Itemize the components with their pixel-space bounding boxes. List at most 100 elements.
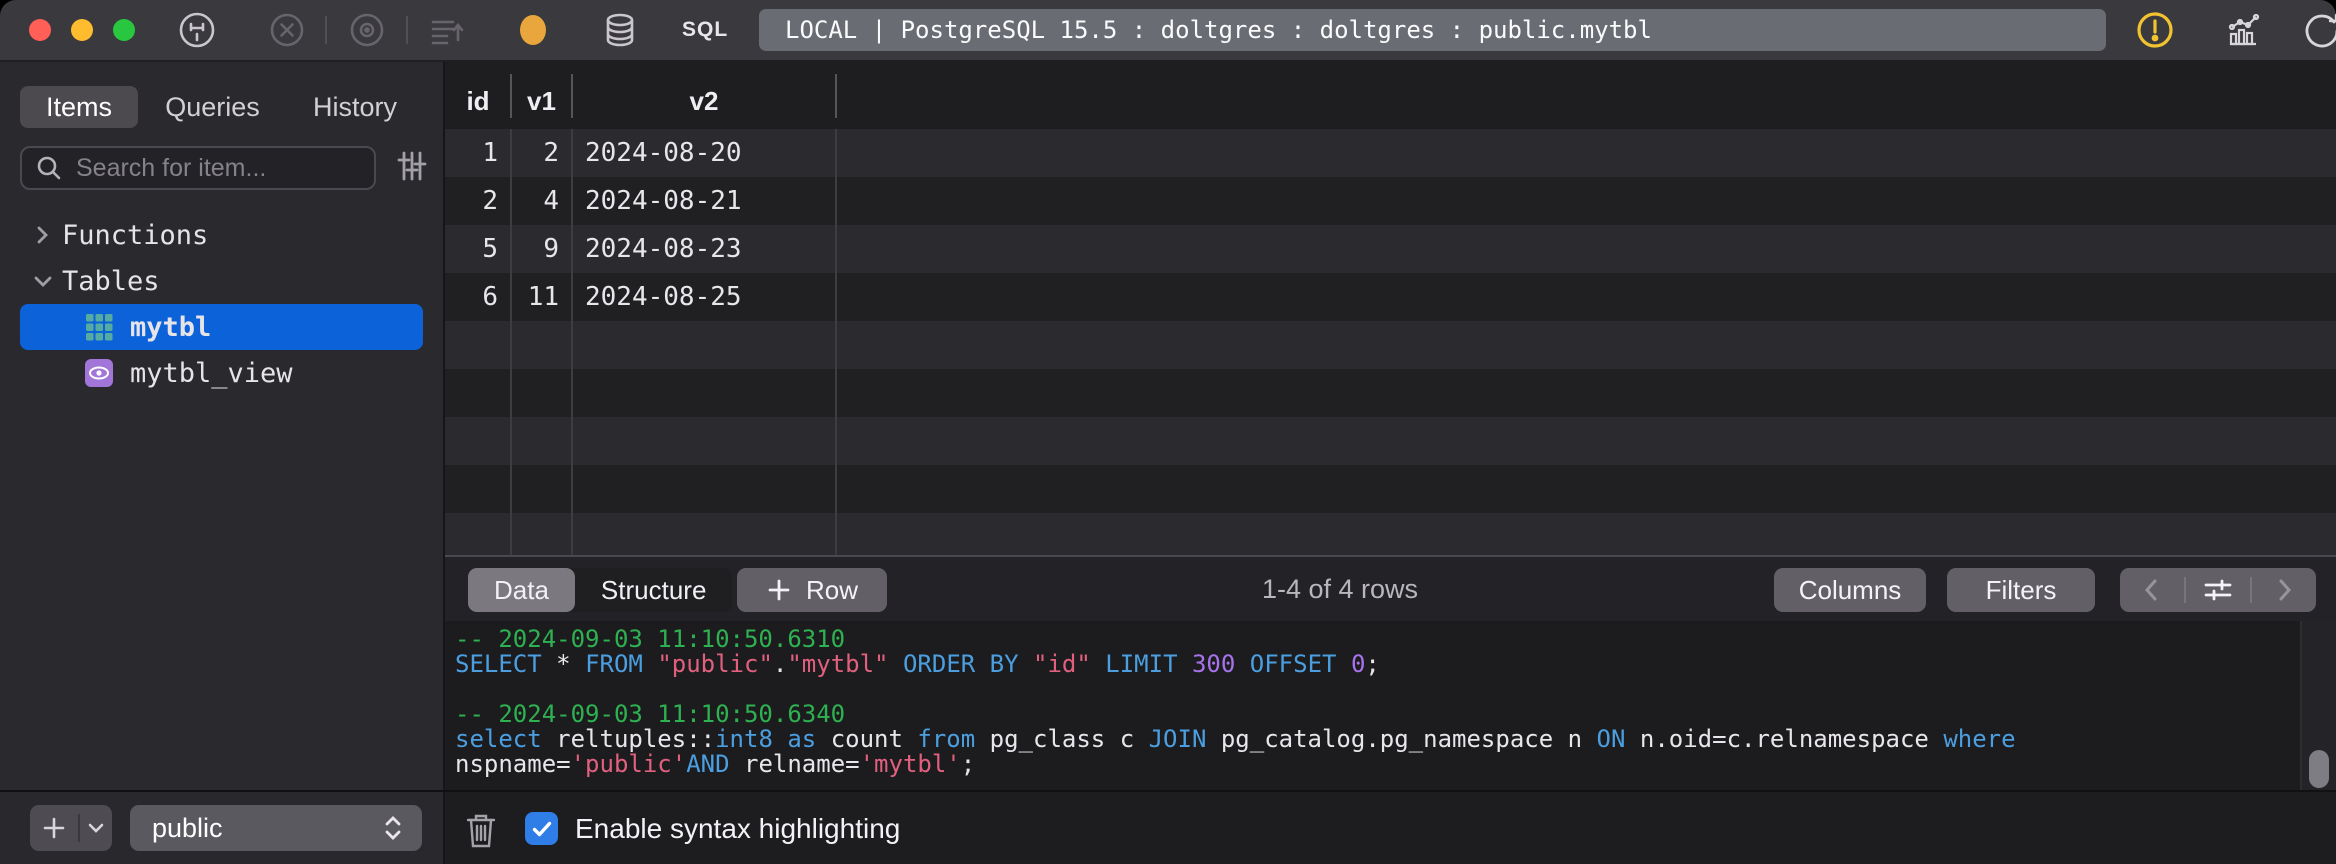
cell-id[interactable]: 2 xyxy=(445,186,511,216)
tree-item-mytbl_view[interactable]: mytbl_view xyxy=(20,350,423,396)
page-settings-icon[interactable] xyxy=(2186,568,2250,612)
tree-group-label: Tables xyxy=(62,265,160,297)
syntax-highlight-label: Enable syntax highlighting xyxy=(575,813,901,844)
filters-button[interactable]: Filters xyxy=(1947,568,2095,612)
header-divider xyxy=(835,74,837,118)
tree-group-functions[interactable]: Functions xyxy=(0,212,443,258)
schema-select[interactable]: public xyxy=(130,805,422,851)
cell-v2[interactable]: 2024-08-23 xyxy=(572,234,836,264)
close-window-button[interactable] xyxy=(29,19,51,41)
segment-structure[interactable]: Structure xyxy=(575,568,733,612)
column-divider xyxy=(835,129,837,555)
sql-log-line: SELECT * FROM "public"."mytbl" ORDER BY … xyxy=(455,652,2336,677)
header-divider xyxy=(510,74,512,118)
trash-icon[interactable] xyxy=(462,810,500,855)
cell-v1[interactable]: 2 xyxy=(511,138,572,168)
sql-log[interactable]: -- 2024-09-03 11:10:50.6310 SELECT * FROM… xyxy=(445,621,2336,790)
connection-plug-icon[interactable] xyxy=(175,8,219,57)
cell-v1[interactable]: 4 xyxy=(511,186,572,216)
cell-v2[interactable]: 2024-08-20 xyxy=(572,138,836,168)
search-field[interactable] xyxy=(20,146,400,190)
column-header-id[interactable]: id xyxy=(445,86,511,117)
add-item-split-button[interactable] xyxy=(30,805,112,851)
next-page-button[interactable] xyxy=(2252,568,2316,612)
cell-id[interactable]: 6 xyxy=(445,282,511,312)
cell-v1[interactable]: 11 xyxy=(511,282,572,312)
warning-icon[interactable] xyxy=(2133,8,2177,57)
tree-item-mytbl[interactable]: mytbl xyxy=(20,304,423,350)
cell-v1[interactable]: 9 xyxy=(511,234,572,264)
prev-page-button[interactable] xyxy=(2120,568,2184,612)
tab-queries[interactable]: Queries xyxy=(139,86,286,128)
cell-id[interactable]: 1 xyxy=(445,138,511,168)
toolbar-divider xyxy=(325,16,327,44)
chevron-down-icon[interactable] xyxy=(30,268,56,294)
table-row[interactable]: 6 11 2024-08-25 xyxy=(445,273,2336,321)
sql-token: where xyxy=(1943,725,2016,753)
column-header-v1[interactable]: v1 xyxy=(511,86,572,117)
sql-log-line: nspname='public'AND relname='mytbl'; xyxy=(455,752,2336,777)
tab-history[interactable]: History xyxy=(287,86,423,128)
schema-select-value: public xyxy=(152,812,223,843)
title-bar: SQL LOCAL | PostgreSQL 15.5 : doltgres :… xyxy=(0,0,2336,62)
table-row[interactable]: 1 2 2024-08-20 xyxy=(445,129,2336,177)
grid-body[interactable]: 1 2 2024-08-20 2 4 2024-08-21 5 9 2024-08-23 6 11 2… xyxy=(445,129,2336,557)
tab-items[interactable]: Items xyxy=(20,86,139,128)
connection-title-field[interactable]: LOCAL | PostgreSQL 15.5 : doltgres : dol… xyxy=(759,9,2106,51)
search-input[interactable] xyxy=(74,152,400,184)
add-item-dropdown[interactable] xyxy=(80,817,112,839)
zoom-window-button[interactable] xyxy=(113,19,135,41)
sql-token: -- 2024-09-03 11:10:50.6310 xyxy=(455,625,846,653)
view-mode-segmented: Data Structure xyxy=(468,568,733,612)
add-row-button[interactable]: Row xyxy=(737,568,887,612)
tree-group-label: Functions xyxy=(62,219,209,251)
sql-token: nspname= xyxy=(455,750,571,778)
table-row[interactable] xyxy=(445,513,2336,557)
column-divider xyxy=(510,129,512,555)
column-divider xyxy=(571,129,573,555)
cell-id[interactable]: 5 xyxy=(445,234,511,264)
sql-token: ON xyxy=(1596,725,1626,753)
table-row[interactable]: 2 4 2024-08-21 xyxy=(445,177,2336,225)
cell-v2[interactable]: 2024-08-21 xyxy=(572,186,836,216)
add-item-button[interactable] xyxy=(30,814,78,842)
refresh-icon[interactable] xyxy=(2300,8,2336,57)
sql-token: FROM xyxy=(585,650,643,678)
database-icon[interactable] xyxy=(598,8,642,57)
table-row[interactable] xyxy=(445,417,2336,465)
segment-data[interactable]: Data xyxy=(468,568,575,612)
column-header-v2[interactable]: v2 xyxy=(572,86,836,117)
chevron-right-icon[interactable] xyxy=(30,222,56,248)
chart-icon[interactable] xyxy=(2221,8,2265,57)
schema-tree: Functions Tables mytbl mytbl_view xyxy=(0,212,443,396)
status-bar-left: public xyxy=(0,792,445,864)
table-icon xyxy=(84,312,114,342)
tree-group-tables[interactable]: Tables xyxy=(0,258,443,304)
list-filter-icon[interactable] xyxy=(392,146,432,191)
table-row[interactable] xyxy=(445,465,2336,513)
minimize-window-button[interactable] xyxy=(71,19,93,41)
grid-header: id v1 v2 xyxy=(445,62,2336,129)
log-scrollbar-thumb[interactable] xyxy=(2309,750,2329,788)
log-scrollbar-track[interactable] xyxy=(2300,621,2336,790)
sql-token: OFFSET xyxy=(1249,650,1337,678)
cell-v2[interactable]: 2024-08-25 xyxy=(572,282,836,312)
preview-eye-icon[interactable] xyxy=(345,8,389,57)
sql-token: SELECT xyxy=(455,650,542,678)
table-row[interactable] xyxy=(445,321,2336,369)
table-row[interactable]: 5 9 2024-08-23 xyxy=(445,225,2336,273)
app-window: SQL LOCAL | PostgreSQL 15.5 : doltgres :… xyxy=(0,0,2336,864)
syntax-highlight-checkbox[interactable] xyxy=(525,812,558,845)
columns-button[interactable]: Columns xyxy=(1774,568,1926,612)
table-row[interactable] xyxy=(445,369,2336,417)
tree-item-label: mytbl xyxy=(130,311,212,343)
query-log-icon[interactable] xyxy=(424,8,468,57)
disconnect-circle-icon[interactable] xyxy=(265,8,309,57)
sql-token: 0 xyxy=(1350,650,1366,678)
